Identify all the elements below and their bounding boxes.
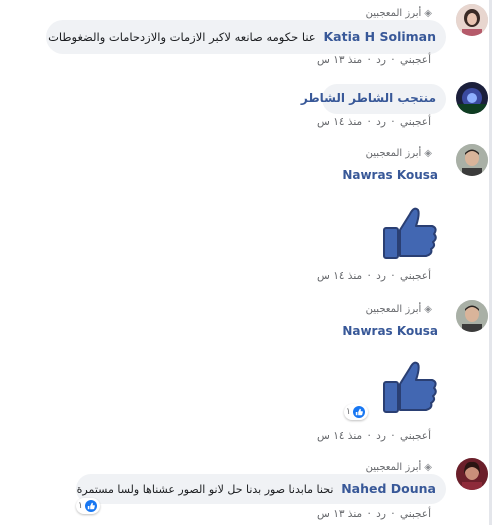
comment-text: نحنا مابدنا صور بدنا حل لانو الصور عشناه…	[76, 483, 334, 496]
comment-time[interactable]: منذ ١٣ س	[317, 54, 362, 66]
comment-bubble: Katia H Soliman عنا حكومه صانعه لاكبر ال…	[46, 20, 446, 54]
thumbs-up-icon[interactable]	[376, 200, 440, 264]
avatar-image	[456, 4, 488, 36]
avatar[interactable]	[456, 4, 488, 36]
avatar-image	[456, 300, 488, 332]
like-link[interactable]: أعجبني	[400, 508, 431, 520]
comment-author[interactable]: Nahed Douna	[341, 481, 436, 496]
reaction-count-badge[interactable]: ١	[344, 404, 368, 420]
thumbs-up-icon[interactable]	[376, 354, 440, 418]
comment-1: ◈أبرز المعجبين Katia H Soliman عنا حكومه…	[0, 0, 492, 72]
comment-actions: أعجبني · رد · منذ ١٤ س	[317, 270, 431, 282]
comment-5: ◈أبرز المعجبين Nahed Douna نحنا مابدنا ص…	[0, 456, 492, 525]
top-fan-badge: ◈أبرز المعجبين	[365, 8, 432, 19]
top-fan-badge: ◈أبرز المعجبين	[365, 304, 432, 315]
reply-link[interactable]: رد	[376, 508, 386, 520]
avatar-image	[456, 144, 488, 176]
diamond-icon: ◈	[424, 8, 432, 19]
reaction-count-badge[interactable]: ١	[76, 498, 100, 514]
like-link[interactable]: أعجبني	[400, 116, 431, 128]
comment-author[interactable]: Nawras Kousa	[342, 168, 438, 182]
top-fan-badge: ◈أبرز المعجبين	[365, 148, 432, 159]
comment-time[interactable]: منذ ١٤ س	[317, 270, 362, 282]
avatar-image	[456, 458, 488, 490]
comment-actions: أعجبني · رد · منذ ١٣ س	[317, 508, 431, 520]
comment-bubble: منتجب الشاطر الشاطر	[301, 84, 446, 114]
like-link[interactable]: أعجبني	[400, 270, 431, 282]
comment-author[interactable]: منتجب الشاطر الشاطر	[301, 91, 436, 105]
comment-actions: أعجبني · رد · منذ ١٤ س	[317, 116, 431, 128]
comment-4: ◈أبرز المعجبين Nawras Kousa ١ أعجبني · ر…	[0, 298, 492, 452]
comment-actions: أعجبني · رد · منذ ١٤ س	[317, 430, 431, 442]
avatar[interactable]	[456, 82, 488, 114]
reply-link[interactable]: رد	[376, 430, 386, 442]
avatar[interactable]	[456, 458, 488, 490]
like-reaction-icon	[352, 406, 365, 418]
avatar[interactable]	[456, 300, 488, 332]
comment-author[interactable]: Nawras Kousa	[342, 324, 438, 338]
like-reaction-icon	[84, 500, 97, 512]
reply-link[interactable]: رد	[376, 270, 386, 282]
reply-link[interactable]: رد	[376, 116, 386, 128]
like-link[interactable]: أعجبني	[400, 54, 431, 66]
comment-2: منتجب الشاطر الشاطر أعجبني · رد · منذ ١٤…	[0, 78, 492, 136]
comment-time[interactable]: منذ ١٤ س	[317, 116, 362, 128]
avatar-image	[456, 82, 488, 114]
comment-time[interactable]: منذ ١٤ س	[317, 430, 362, 442]
comment-3: ◈أبرز المعجبين Nawras Kousa أعجبني · رد …	[0, 142, 492, 292]
comment-author[interactable]: Katia H Soliman	[324, 29, 437, 44]
top-fan-badge: ◈أبرز المعجبين	[365, 462, 432, 473]
diamond-icon: ◈	[424, 304, 432, 315]
comment-text: عنا حكومه صانعه لاكبر الازمات والازدحاما…	[48, 30, 316, 44]
comment-time[interactable]: منذ ١٣ س	[317, 508, 362, 520]
like-link[interactable]: أعجبني	[400, 430, 431, 442]
comment-bubble: Nahed Douna نحنا مابدنا صور بدنا حل لانو…	[76, 474, 446, 504]
diamond-icon: ◈	[424, 148, 432, 159]
comment-actions: أعجبني · رد · منذ ١٣ س	[317, 54, 431, 66]
reply-link[interactable]: رد	[376, 54, 386, 66]
diamond-icon: ◈	[424, 462, 432, 473]
avatar[interactable]	[456, 144, 488, 176]
